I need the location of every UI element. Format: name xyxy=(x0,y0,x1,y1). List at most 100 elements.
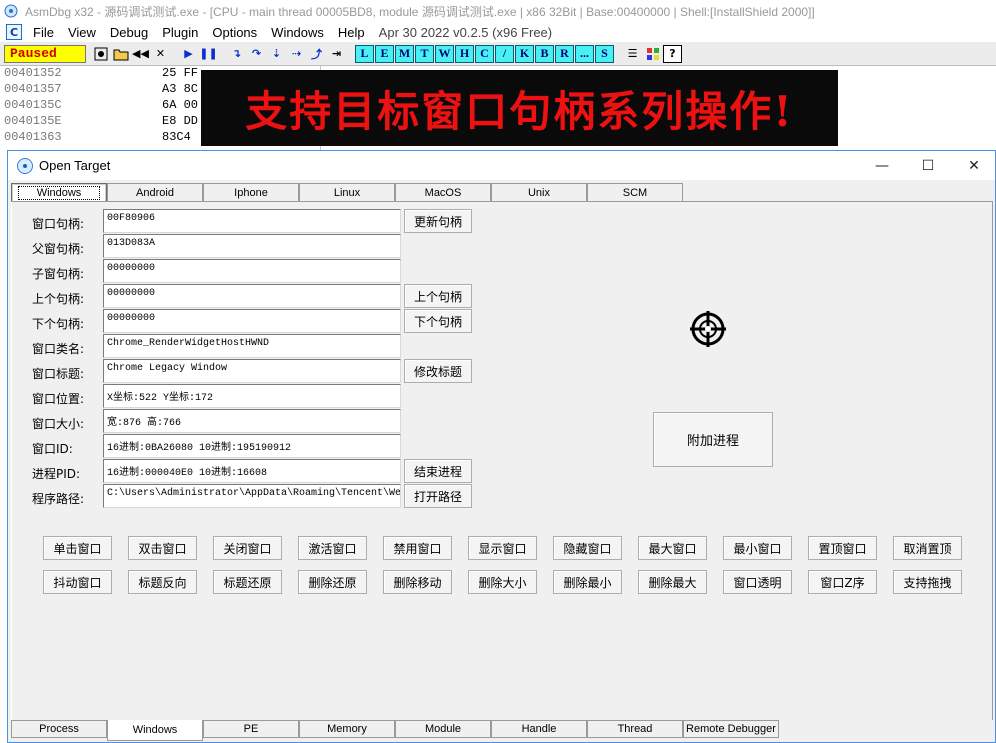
list-icon[interactable]: ☰ xyxy=(623,45,642,63)
toolbar-btn-h[interactable]: H xyxy=(455,44,474,63)
tab-android[interactable]: Android xyxy=(107,183,203,202)
support-drag-button[interactable]: 支持拖拽 xyxy=(893,570,962,594)
double-click-window-button[interactable]: 双击窗口 xyxy=(128,536,197,560)
window-transparent-button[interactable]: 窗口透明 xyxy=(723,570,792,594)
open-folder-icon[interactable] xyxy=(111,45,130,63)
next-handle-field[interactable]: 00000000 xyxy=(103,309,401,333)
minimize-button[interactable]: — xyxy=(859,151,905,180)
update-handle-button[interactable]: 更新句柄 xyxy=(404,209,472,233)
remove-minimize-button[interactable]: 删除最小 xyxy=(553,570,622,594)
open-path-button[interactable]: 打开路径 xyxy=(404,484,472,508)
tab-memory[interactable]: Memory xyxy=(299,720,395,738)
restore-title-button[interactable]: 标题还原 xyxy=(213,570,282,594)
hide-window-button[interactable]: 隐藏窗口 xyxy=(553,536,622,560)
window-size-field[interactable]: 宽:876 高:766 xyxy=(103,409,401,433)
toolbar-btn-t[interactable]: T xyxy=(415,44,434,63)
toolbar-btn-e[interactable]: E xyxy=(375,44,394,63)
toolbar-btn-b[interactable]: B xyxy=(535,44,554,63)
menu-debug[interactable]: Debug xyxy=(103,25,155,40)
toolbar-btn-m[interactable]: M xyxy=(395,44,414,63)
step-into-icon[interactable]: ↴ xyxy=(227,45,246,63)
show-window-button[interactable]: 显示窗口 xyxy=(468,536,537,560)
topmost-window-button[interactable]: 置顶窗口 xyxy=(808,536,877,560)
activate-window-button[interactable]: 激活窗口 xyxy=(298,536,367,560)
settings-gear-icon[interactable] xyxy=(91,45,110,63)
program-path-field[interactable]: C:\Users\Administrator\AppData\Roaming\T… xyxy=(103,484,401,508)
next-handle-button[interactable]: 下个句柄 xyxy=(404,309,472,333)
menu-options[interactable]: Options xyxy=(205,25,264,40)
minimize-window-button[interactable]: 最小窗口 xyxy=(723,536,792,560)
menu-windows[interactable]: Windows xyxy=(264,25,331,40)
menu-file[interactable]: File xyxy=(26,25,61,40)
tab-scm[interactable]: SCM xyxy=(587,183,683,202)
window-title-field[interactable]: Chrome Legacy Window xyxy=(103,359,401,383)
tab-process[interactable]: Process xyxy=(11,720,107,738)
shake-window-button[interactable]: 抖动窗口 xyxy=(43,570,112,594)
close-button[interactable]: ✕ xyxy=(951,151,996,180)
step-over-icon[interactable]: ↷ xyxy=(247,45,266,63)
toolbar-btn-k[interactable]: K xyxy=(515,44,534,63)
maximize-button[interactable]: ☐ xyxy=(905,151,951,180)
execute-till-return-icon[interactable]: ⤴ xyxy=(307,45,326,63)
disasm-address: 00401352 xyxy=(4,66,62,80)
tab-unix[interactable]: Unix xyxy=(491,183,587,202)
prev-handle-button[interactable]: 上个句柄 xyxy=(404,284,472,308)
toolbar-btn-w[interactable]: W xyxy=(435,44,454,63)
disasm-address: 00401363 xyxy=(4,130,62,144)
cancel-topmost-button[interactable]: 取消置顶 xyxy=(893,536,962,560)
pause-icon[interactable]: ❚❚ xyxy=(199,45,218,63)
tab-windows-bottom[interactable]: Windows xyxy=(107,720,203,741)
modify-title-button[interactable]: 修改标题 xyxy=(404,359,472,383)
tab-thread[interactable]: Thread xyxy=(587,720,683,738)
end-process-button[interactable]: 结束进程 xyxy=(404,459,472,483)
grid-color-icon[interactable] xyxy=(643,45,662,63)
close-window-button[interactable]: 关闭窗口 xyxy=(213,536,282,560)
toolbar-btn-r[interactable]: R xyxy=(555,44,574,63)
remove-maximize-button[interactable]: 删除最大 xyxy=(638,570,707,594)
remove-size-button[interactable]: 删除大小 xyxy=(468,570,537,594)
toolbar-btn-l[interactable]: L xyxy=(355,44,374,63)
toolbar-btn-slash[interactable]: / xyxy=(495,44,514,63)
toolbar-btn-c[interactable]: C xyxy=(475,44,494,63)
tab-iphone[interactable]: Iphone xyxy=(203,183,299,202)
child-handle-field[interactable]: 00000000 xyxy=(103,259,401,283)
prev-handle-field[interactable]: 00000000 xyxy=(103,284,401,308)
trace-into-icon[interactable]: ⇣ xyxy=(267,45,286,63)
remove-restore-button[interactable]: 删除还原 xyxy=(298,570,367,594)
window-class-field[interactable]: Chrome_RenderWidgetHostHWND xyxy=(103,334,401,358)
goto-icon[interactable]: ⇥ xyxy=(327,45,346,63)
rewind-icon[interactable]: ◀◀ xyxy=(131,45,150,63)
maximize-window-button[interactable]: 最大窗口 xyxy=(638,536,707,560)
toolbar-btn-dots[interactable]: ... xyxy=(575,44,594,63)
help-icon[interactable]: ? xyxy=(663,44,682,63)
process-pid-field[interactable]: 16进制:000040E0 10进制:16608 xyxy=(103,459,401,483)
click-window-button[interactable]: 单击窗口 xyxy=(43,536,112,560)
run-icon[interactable]: ▶ xyxy=(179,45,198,63)
field-label: 窗口标题: xyxy=(32,367,85,381)
reverse-title-button[interactable]: 标题反向 xyxy=(128,570,197,594)
tab-module[interactable]: Module xyxy=(395,720,491,738)
tab-remote-debugger[interactable]: Remote Debugger xyxy=(683,720,779,738)
parent-handle-field[interactable]: 013D083A xyxy=(103,234,401,258)
attach-process-button[interactable]: 附加进程 xyxy=(653,412,773,467)
target-finder-icon[interactable] xyxy=(690,311,726,347)
tab-windows[interactable]: Windows xyxy=(11,183,107,202)
cpu-window-icon[interactable]: C xyxy=(6,24,22,40)
toolbar-btn-s[interactable]: S xyxy=(595,44,614,63)
window-position-field[interactable]: X坐标:522 Y坐标:172 xyxy=(103,384,401,408)
trace-over-icon[interactable]: ⇢ xyxy=(287,45,306,63)
window-id-field[interactable]: 16进制:0BA26080 10进制:195190912 xyxy=(103,434,401,458)
window-handle-field[interactable]: 00F80906 xyxy=(103,209,401,233)
tab-macos[interactable]: MacOS xyxy=(395,183,491,202)
tab-linux[interactable]: Linux xyxy=(299,183,395,202)
tab-pe[interactable]: PE xyxy=(203,720,299,738)
remove-move-button[interactable]: 删除移动 xyxy=(383,570,452,594)
tab-handle[interactable]: Handle xyxy=(491,720,587,738)
window-zorder-button[interactable]: 窗口Z序 xyxy=(808,570,877,594)
disable-window-button[interactable]: 禁用窗口 xyxy=(383,536,452,560)
menu-help[interactable]: Help xyxy=(331,25,372,40)
disasm-bytes: E8 DD xyxy=(162,114,199,128)
menu-plugin[interactable]: Plugin xyxy=(155,25,205,40)
close-icon[interactable]: ✕ xyxy=(151,45,170,63)
menu-view[interactable]: View xyxy=(61,25,103,40)
